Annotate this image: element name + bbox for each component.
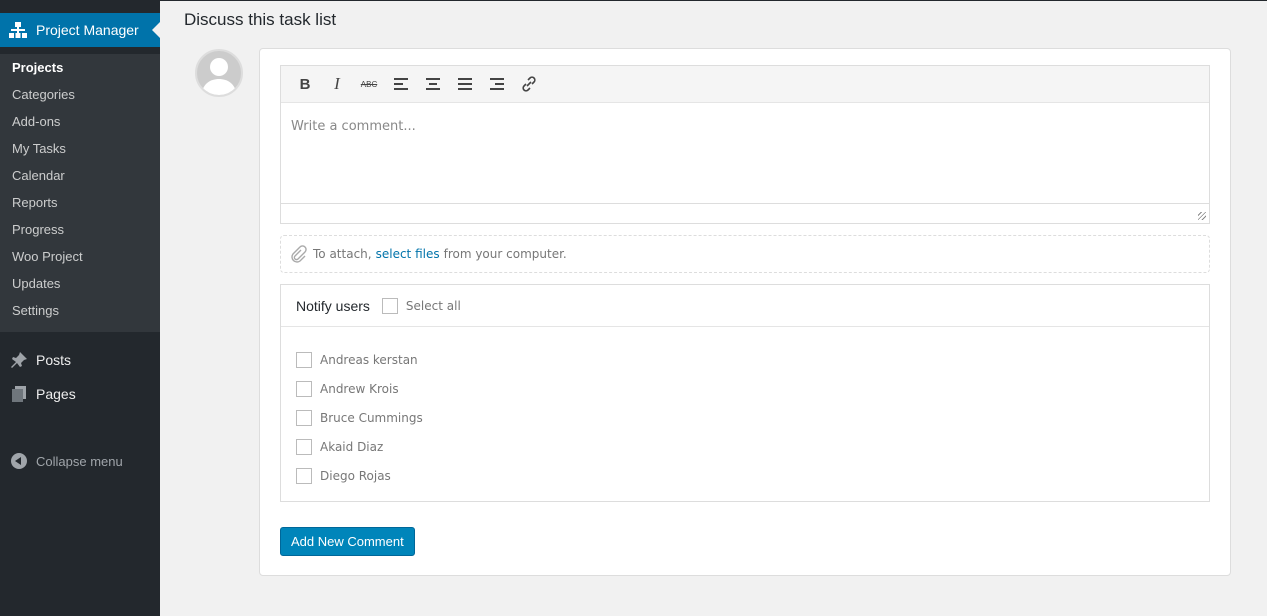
editor-statusbar [281, 203, 1209, 223]
user-checkbox[interactable] [296, 351, 312, 368]
bold-icon[interactable]: B [289, 70, 321, 98]
page-title: Discuss this task list [184, 10, 337, 29]
menu-posts[interactable]: Posts [0, 343, 160, 377]
select-all-checkbox[interactable] [381, 297, 398, 314]
paperclip-icon [291, 245, 307, 263]
notify-header: Notify users Select all [281, 285, 1209, 327]
user-row[interactable]: Akaid Diaz [296, 432, 1194, 461]
align-right-icon[interactable] [481, 70, 513, 98]
attach-prefix: To attach, [313, 247, 372, 261]
user-row[interactable]: Andreas kerstan [296, 345, 1194, 374]
submenu-item[interactable]: Progress [0, 216, 160, 243]
notify-title: Notify users [296, 297, 370, 314]
menu-label: Project Manager [36, 22, 139, 38]
align-center-icon[interactable] [417, 70, 449, 98]
menu-label: Collapse menu [36, 453, 123, 469]
user-name: Bruce Cummings [320, 410, 423, 425]
user-checkbox[interactable] [296, 467, 312, 484]
align-left-icon[interactable] [385, 70, 417, 98]
user-name: Diego Rojas [320, 468, 391, 483]
align-justify-icon[interactable] [449, 70, 481, 98]
user-checkbox[interactable] [296, 409, 312, 426]
comment-form: B I ABC Write a comment... To attach, se… [259, 48, 1231, 576]
pin-icon [11, 352, 27, 368]
select-files-link[interactable]: select files [376, 247, 440, 261]
submenu-item[interactable]: Updates [0, 270, 160, 297]
submenu-item[interactable]: Categories [0, 81, 160, 108]
user-row[interactable]: Andrew Krois [296, 374, 1194, 403]
top-bar [0, 0, 1267, 1]
attach-suffix: from your computer. [443, 247, 567, 261]
attach-area: To attach, select files from your comput… [280, 235, 1210, 273]
sitemap-icon [9, 22, 27, 38]
user-silhouette-icon [201, 58, 237, 95]
submenu-item[interactable]: Add-ons [0, 108, 160, 135]
user-name: Andreas kerstan [320, 352, 418, 367]
menu-pages[interactable]: Pages [0, 377, 160, 411]
admin-sidebar: Project Manager Projects Categories Add-on… [0, 0, 160, 616]
user-name: Akaid Diaz [320, 439, 384, 454]
editor-toolbar: B I ABC [281, 66, 1209, 103]
submenu-item[interactable]: Settings [0, 297, 160, 324]
collapse-icon [11, 453, 27, 469]
rich-text-editor: B I ABC Write a comment... [280, 65, 1210, 224]
submenu-item[interactable]: Reports [0, 189, 160, 216]
submenu-item[interactable]: Projects [0, 54, 160, 81]
comment-input[interactable]: Write a comment... [281, 103, 1209, 203]
select-all-label[interactable]: Select all [406, 299, 461, 313]
resize-handle[interactable] [1198, 212, 1206, 220]
menu-label: Pages [36, 386, 76, 402]
pages-icon [12, 386, 26, 402]
collapse-menu-button[interactable]: Collapse menu [0, 444, 160, 478]
add-new-comment-button[interactable]: Add New Comment [280, 527, 415, 556]
user-checkbox[interactable] [296, 380, 312, 397]
user-row[interactable]: Diego Rojas [296, 461, 1194, 490]
user-checkbox[interactable] [296, 438, 312, 455]
italic-icon[interactable]: I [321, 70, 353, 98]
submenu-item[interactable]: Calendar [0, 162, 160, 189]
menu-project-manager[interactable]: Project Manager [0, 13, 160, 47]
strikethrough-icon[interactable]: ABC [353, 70, 385, 98]
submenu-item[interactable]: Woo Project [0, 243, 160, 270]
avatar [195, 49, 243, 97]
menu-label: Posts [36, 352, 72, 368]
link-icon[interactable] [513, 70, 545, 98]
notify-users-panel: Notify users Select all Andreas kerstan A… [280, 284, 1210, 502]
user-name: Andrew Krois [320, 381, 399, 396]
user-list: Andreas kerstan Andrew Krois Bruce Cumming… [281, 327, 1209, 490]
submenu-item[interactable]: My Tasks [0, 135, 160, 162]
submenu: Projects Categories Add-ons My Tasks Calenda… [0, 54, 160, 332]
user-row[interactable]: Bruce Cummings [296, 403, 1194, 432]
